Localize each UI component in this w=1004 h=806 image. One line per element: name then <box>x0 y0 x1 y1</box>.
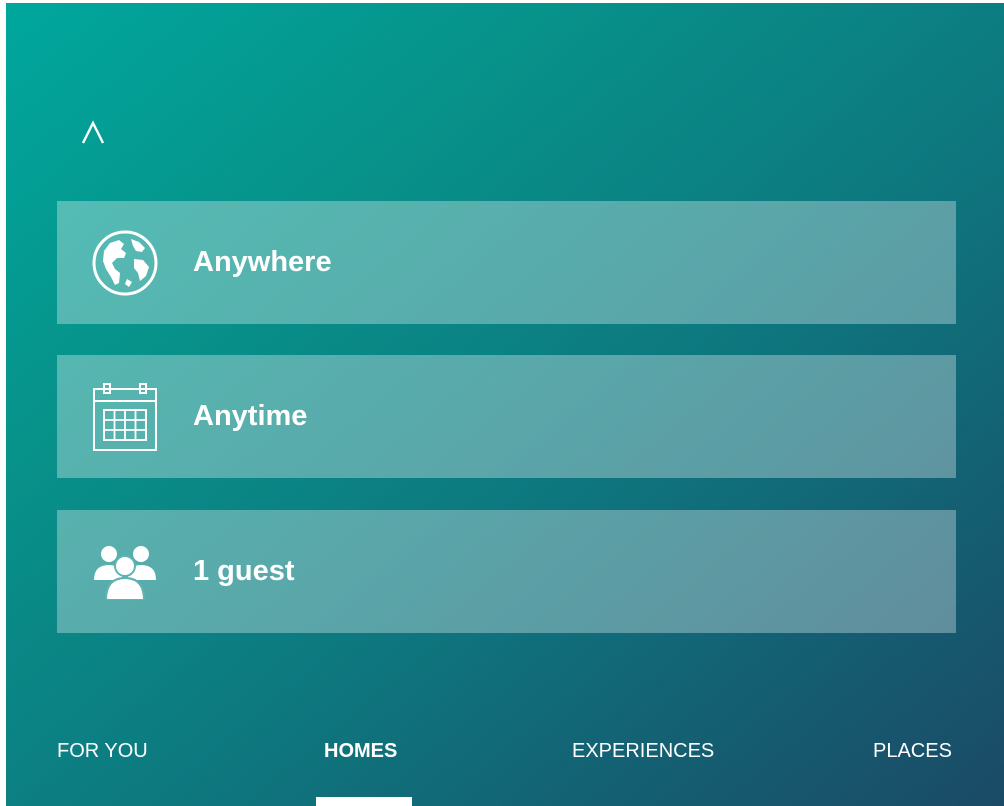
where-field[interactable]: Anywhere <box>57 201 956 324</box>
when-field[interactable]: Anytime <box>57 355 956 478</box>
globe-icon <box>89 227 161 299</box>
tab-homes[interactable]: HOMES <box>324 731 397 806</box>
guests-icon <box>89 536 161 608</box>
tab-experiences[interactable]: EXPERIENCES <box>572 731 714 806</box>
search-panel: Anywhere Anytime 1 guest FOR YOU HOMES E… <box>6 3 1004 806</box>
chevron-up-icon <box>81 120 105 144</box>
where-field-label: Anywhere <box>193 246 332 278</box>
when-field-label: Anytime <box>193 400 308 432</box>
guests-field[interactable]: 1 guest <box>57 510 956 633</box>
calendar-icon <box>89 381 161 453</box>
tab-bar: FOR YOU HOMES EXPERIENCES PLACES <box>6 731 1004 806</box>
collapse-button[interactable] <box>78 115 108 149</box>
active-tab-indicator <box>316 797 412 806</box>
guests-field-label: 1 guest <box>193 555 295 587</box>
tab-places[interactable]: PLACES <box>873 731 952 806</box>
tab-for-you[interactable]: FOR YOU <box>57 731 148 806</box>
